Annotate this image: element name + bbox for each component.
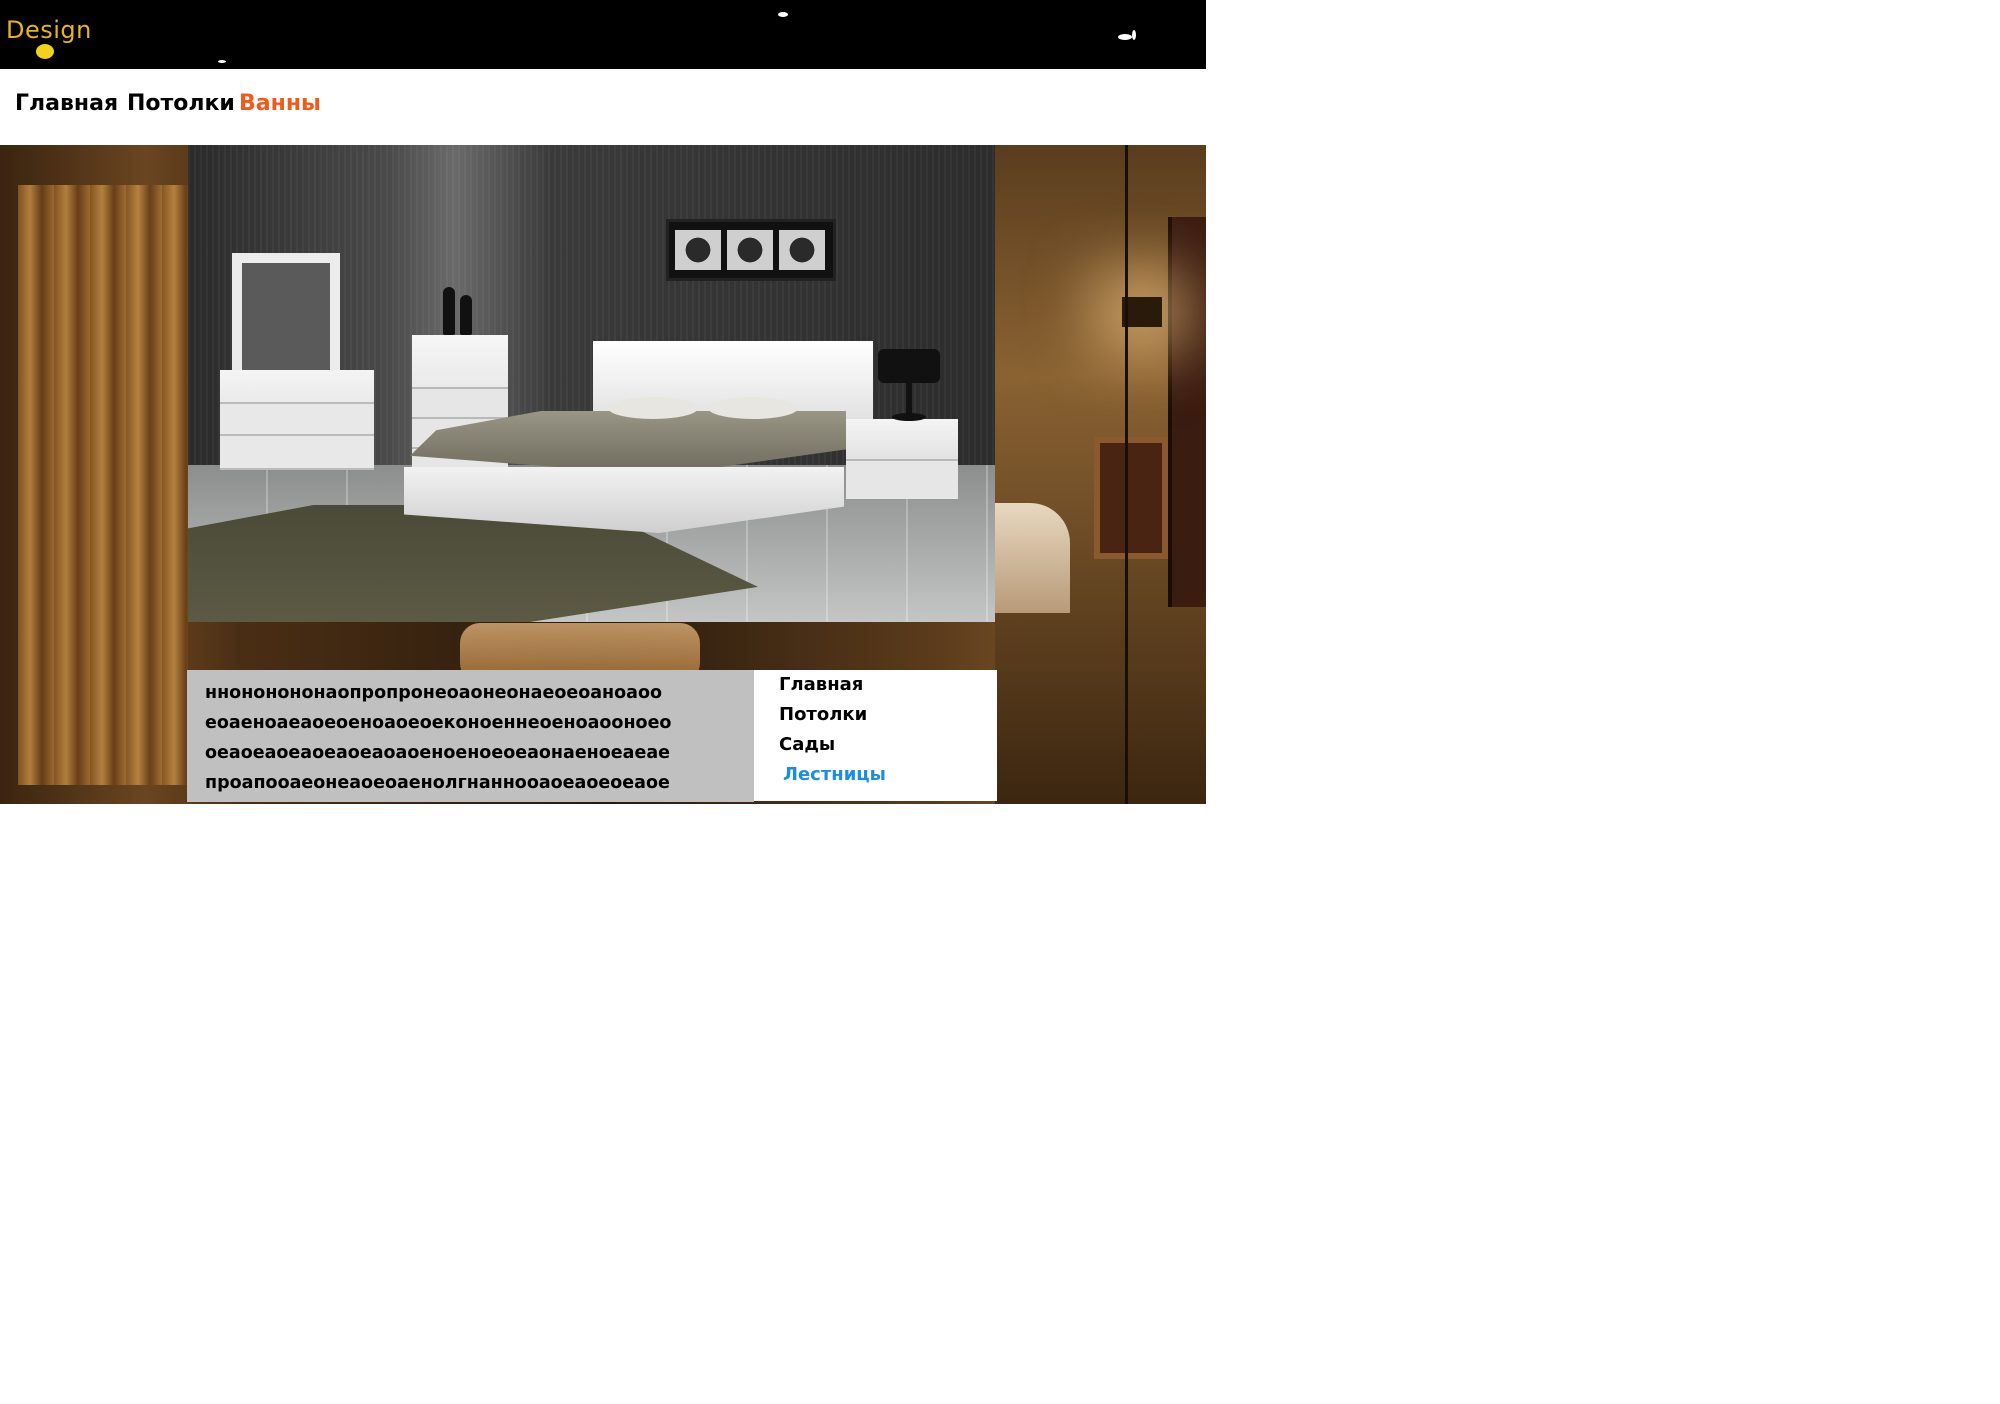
pillow-shape	[608, 397, 698, 419]
nav-link-home[interactable]: Главная	[15, 91, 118, 116]
nav-link-baths[interactable]: Ванны	[239, 91, 321, 116]
artwork-panel	[675, 230, 721, 270]
vase-shape	[460, 295, 472, 335]
logo-dot-icon	[36, 44, 54, 59]
content-line: проапооаеонеаоеоаенолгнанноoaоеаоеоеаое	[205, 773, 670, 793]
site-header: Design	[0, 0, 1206, 69]
decorative-speck	[1132, 30, 1136, 40]
sidebar-link-ceilings[interactable]: Потолки	[779, 704, 867, 725]
hero-bedroom-image	[188, 145, 995, 622]
dresser-shape	[220, 370, 374, 470]
sidebar-link-gardens[interactable]: Сады	[779, 734, 835, 755]
sidebar-link-stairs[interactable]: Лестницы	[783, 764, 886, 785]
nav-link-ceilings[interactable]: Потолки	[127, 91, 235, 116]
logo-text[interactable]: Design	[6, 16, 92, 44]
door-shape	[1168, 217, 1206, 607]
curtain-shape	[18, 185, 188, 785]
artwork-panel	[779, 230, 825, 270]
lamp-base	[892, 413, 926, 421]
mirror-edge	[1125, 145, 1128, 804]
content-paragraph: ннононононаопропронеоаонеонаеоеоаноаоо е…	[205, 678, 745, 798]
nightstand-shape	[846, 419, 958, 499]
sidebar-link-home[interactable]: Главная	[779, 674, 863, 695]
lamp-icon	[878, 349, 940, 383]
pillow-shape	[708, 397, 798, 419]
wall-artwork	[666, 219, 836, 281]
wall-lamp-shape	[1122, 297, 1162, 327]
sidebar-menu: Главная Потолки Сады Лестницы	[754, 670, 997, 801]
vase-shape	[443, 287, 455, 335]
content-text-block: ннононононаопропронеоаонеонаеоеоаноаоо е…	[187, 670, 754, 802]
top-navigation: Главная Потолки Ванны	[0, 69, 1206, 145]
door-panel-shape	[1094, 437, 1168, 559]
content-line: ннононононаопропронеоаонеонаеоеоаноаоо	[205, 683, 663, 703]
decorative-speck	[1118, 34, 1132, 40]
decorative-speck	[218, 60, 226, 63]
content-line: еоаеноаеаоеоеноаоеоеконоеннеоеноаооноео	[205, 713, 672, 733]
bed-shape	[995, 503, 1070, 613]
artwork-panel	[727, 230, 773, 270]
decorative-speck	[778, 12, 788, 17]
content-line: оеаоеаоеаоеаоеаоаоеноеноеоеаонаеноеаеае	[205, 743, 671, 763]
